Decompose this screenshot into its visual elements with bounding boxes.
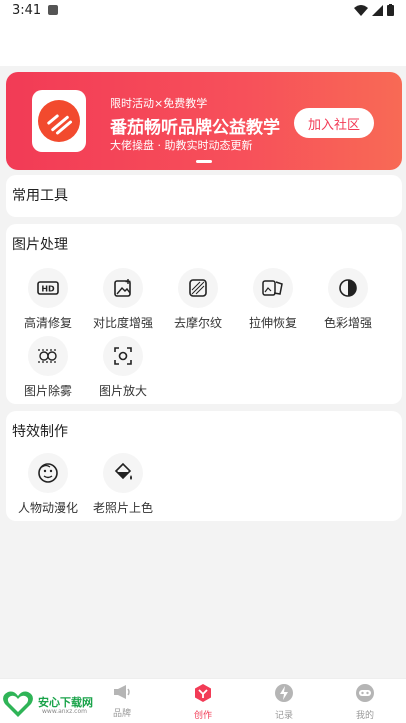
tomato-logo-icon xyxy=(38,100,80,142)
image-processing-card: 图片处理 HD 高清修复 对比度增强 去摩尔纹 拉伸恢复 色彩增强 图片除雾 图… xyxy=(6,224,402,404)
robot-face-icon xyxy=(356,684,374,702)
nav-item-create[interactable]: 创作 xyxy=(173,683,233,721)
section-title: 特效制作 xyxy=(12,424,68,440)
nav-item-mine[interactable]: 我的 xyxy=(335,683,395,721)
status-time: 3:41 xyxy=(12,3,42,18)
zoom-frame-icon xyxy=(103,336,143,376)
dehaze-icon xyxy=(28,336,68,376)
tool-label: 人物动漫化 xyxy=(17,501,78,515)
nav-label: 我的 xyxy=(355,711,374,721)
nav-label: 创作 xyxy=(193,711,212,721)
tool-stretch-restore[interactable]: 拉伸恢复 xyxy=(236,268,310,331)
status-bar: 3:41 xyxy=(0,0,406,24)
contrast-circle-icon xyxy=(328,268,368,308)
watermark-url: www.anxz.com xyxy=(42,708,87,715)
wifi-icon xyxy=(354,4,368,16)
banner-subtitle: 限时活动×免费教学 xyxy=(110,97,208,110)
tool-dehaze[interactable]: 图片除雾 xyxy=(11,336,85,399)
banner-title: 番茄畅听品牌公益教学 xyxy=(110,118,280,138)
tool-label: 色彩增强 xyxy=(323,316,372,330)
effects-card: 特效制作 人物动漫化 老照片上色 xyxy=(6,411,402,521)
tool-label: 对比度增强 xyxy=(92,316,153,330)
stretch-image-icon xyxy=(253,268,293,308)
common-tools-card: 常用工具 xyxy=(6,175,402,217)
tool-label: 老照片上色 xyxy=(92,501,153,515)
tool-label: 拉伸恢复 xyxy=(248,316,297,330)
create-icon xyxy=(195,684,211,702)
tool-image-upscale[interactable]: 图片放大 xyxy=(86,336,160,399)
tool-label: 去摩尔纹 xyxy=(173,316,222,330)
megaphone-icon xyxy=(114,685,130,699)
status-icons xyxy=(354,4,394,16)
promo-banner[interactable]: 限时活动×免费教学 番茄畅听品牌公益教学 大佬操盘 · 助教实时动态更新 加入社… xyxy=(6,72,402,170)
banner-page-indicator xyxy=(196,160,212,163)
join-community-button[interactable]: 加入社区 xyxy=(294,108,374,138)
hd-icon: HD xyxy=(28,268,68,308)
face-icon xyxy=(28,453,68,493)
battery-icon xyxy=(387,4,394,16)
moire-icon xyxy=(178,268,218,308)
tool-contrast-enhance[interactable]: 对比度增强 xyxy=(86,268,160,331)
tool-moire-removal[interactable]: 去摩尔纹 xyxy=(161,268,235,331)
banner-tagline: 大佬操盘 · 助教实时动态更新 xyxy=(110,139,253,152)
tool-photo-colorize[interactable]: 老照片上色 xyxy=(86,453,160,516)
notification-icon xyxy=(48,5,58,15)
tool-hd-repair[interactable]: HD 高清修复 xyxy=(11,268,85,331)
signal-icon xyxy=(372,4,383,16)
svg-text:HD: HD xyxy=(41,285,55,294)
site-watermark: 安心下载网 www.anxz.com xyxy=(2,690,112,720)
tool-anime-portrait[interactable]: 人物动漫化 xyxy=(11,453,85,516)
tool-color-enhance[interactable]: 色彩增强 xyxy=(311,268,385,331)
bolt-icon xyxy=(275,684,293,702)
section-title: 图片处理 xyxy=(12,237,68,253)
section-title: 常用工具 xyxy=(12,188,68,204)
image-plus-icon xyxy=(103,268,143,308)
nav-item-records[interactable]: 记录 xyxy=(254,683,314,721)
app-logo xyxy=(32,90,86,152)
tool-label: 图片除雾 xyxy=(23,384,72,398)
nav-label: 记录 xyxy=(274,711,293,721)
paint-bucket-icon xyxy=(103,453,143,493)
tool-label: 图片放大 xyxy=(98,384,147,398)
heart-logo-icon xyxy=(3,691,33,717)
tool-label: 高清修复 xyxy=(23,316,72,330)
top-bar xyxy=(0,24,406,66)
